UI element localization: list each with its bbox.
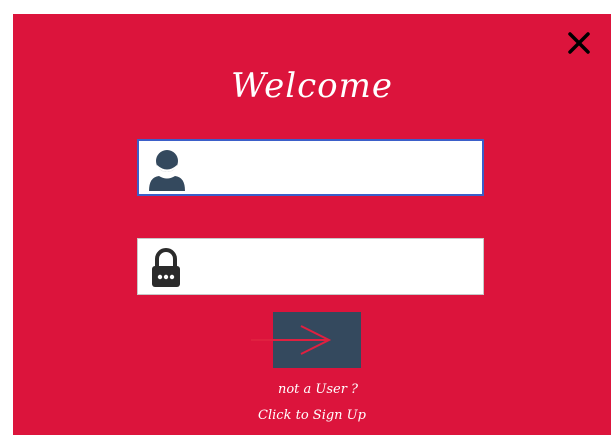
password-input[interactable]	[190, 239, 479, 296]
signup-link[interactable]: Click to Sign Up	[13, 408, 611, 423]
lock-icon	[152, 248, 180, 287]
close-icon[interactable]	[566, 30, 592, 56]
user-icon	[149, 150, 185, 191]
welcome-title: Welcome	[230, 66, 394, 106]
signup-question: not a User ?	[277, 382, 359, 397]
username-field[interactable]	[137, 139, 484, 196]
password-field[interactable]	[137, 238, 484, 296]
username-input[interactable]	[191, 141, 480, 196]
login-window: Welcome not a User ? Click to Sign Up	[13, 14, 611, 435]
login-submit-button[interactable]	[273, 312, 361, 368]
